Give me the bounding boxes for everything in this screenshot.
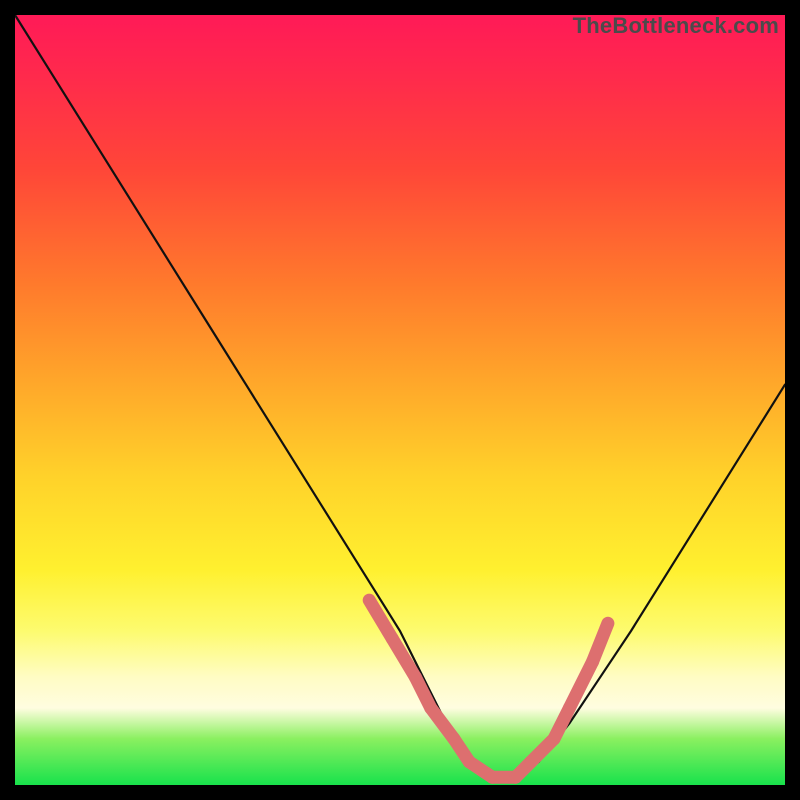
highlight-dash (369, 600, 392, 639)
highlight-dash (392, 639, 415, 678)
highlight-dash (593, 623, 608, 662)
bottleneck-curve (15, 15, 785, 785)
chart-frame: TheBottleneck.com (15, 15, 785, 785)
highlight-dash (569, 662, 592, 708)
